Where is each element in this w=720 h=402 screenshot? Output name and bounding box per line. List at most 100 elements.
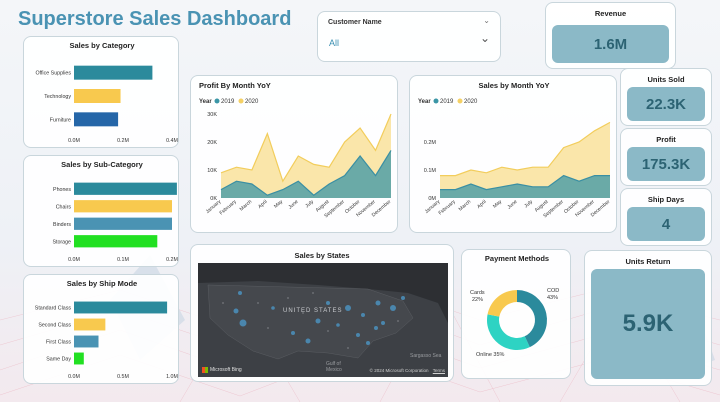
tick-label: 20K — [207, 140, 217, 146]
month-label: March — [458, 199, 473, 213]
sales-by-subcategory-chart: Sales by Sub-Category Phones Chairs Binders… — [52, 160, 178, 263]
map-sea-label: Sargasso Sea — [410, 353, 442, 359]
tick-label: 0.0M — [68, 257, 80, 263]
category-label: Technology — [44, 94, 71, 100]
revenue-label: Revenue — [594, 9, 627, 18]
slice-cards — [487, 290, 517, 317]
filter-label: Customer Name — [328, 19, 382, 26]
revenue-card: Revenue 1.6M — [545, 2, 676, 69]
month-label: July — [523, 199, 534, 210]
terms-link[interactable]: Terms — [433, 368, 445, 373]
legend-marker — [457, 98, 463, 104]
units-return-value: 5.9K — [591, 269, 705, 379]
bar — [74, 112, 119, 127]
profit-card: Profit 175.3K — [620, 128, 712, 186]
tick-label: 0.1M — [117, 257, 129, 263]
tick-label: 0.2M — [424, 140, 437, 146]
legend-label: 2020 — [245, 99, 259, 105]
units-sold-label: Units Sold — [647, 75, 685, 84]
bar — [74, 217, 172, 230]
legend-marker — [214, 98, 220, 104]
slice-value: 22% — [472, 297, 483, 303]
legend-title: Year — [199, 99, 212, 105]
tick-label: 0.0M — [68, 374, 80, 380]
chart-title: Sales by Month YoY — [479, 81, 550, 90]
slice-label: Online 35% — [476, 352, 505, 358]
map-canvas[interactable]: UNITED STATES Gulf of Mexico Sargasso Se… — [198, 263, 448, 377]
profit-by-month-chart: Profit By Month YoYYear 2019 20200K10K20K3… — [199, 81, 393, 219]
tick-label: 1.0M — [166, 374, 178, 380]
bar — [74, 200, 172, 213]
bing-logo: Microsoft Bing — [202, 367, 242, 373]
tick-label: 0.4M — [166, 138, 178, 144]
map-attribution: © 2024 Microsoft Corporation Terms — [369, 368, 445, 373]
sales-by-month-card: Sales by Month YoY Year 2019 2020 0M 0.1M 0.2M… — [409, 75, 617, 233]
ship-days-label: Ship Days — [647, 195, 685, 204]
map-gulf-label: Gulf of Mexico — [326, 361, 342, 373]
bar — [74, 335, 99, 348]
filter-value[interactable]: All — [329, 38, 339, 48]
category-label: Second Class — [38, 323, 71, 329]
sales-by-category-chart: Sales by Category Office Supplies Technolo… — [35, 41, 178, 144]
legend-marker — [433, 98, 439, 104]
month-label: March — [239, 199, 254, 213]
tick-label: 0.2M — [117, 138, 129, 144]
slice-online — [487, 314, 530, 350]
category-label: Chairs — [56, 204, 72, 210]
ship-days-value: 4 — [627, 207, 705, 241]
profit-label: Profit — [656, 135, 676, 144]
sales-by-ship-mode-chart: Sales by Ship Mode Standard Class Second C… — [35, 279, 178, 380]
legend-title: Year — [418, 99, 431, 105]
tick-label: 0.5M — [117, 374, 129, 380]
page-title: Superstore Sales Dashboard — [18, 8, 292, 30]
bar — [74, 318, 106, 331]
sales-by-ship-mode-card: Sales by Ship Mode Standard Class Second C… — [23, 274, 179, 384]
tick-label: 30K — [207, 112, 217, 118]
tick-label: 0.1M — [424, 168, 437, 174]
chart-title: Sales by Category — [69, 41, 135, 50]
tick-label: 10K — [207, 168, 217, 174]
chart-title: Profit By Month YoY — [199, 81, 271, 90]
bar — [74, 182, 177, 195]
category-label: First Class — [46, 340, 71, 346]
payment-methods-card: Payment Methods COD 43% Cards 22% Online 35% — [461, 249, 571, 379]
payment-methods-chart: Payment Methods COD43% Cards22% Online 35% — [470, 254, 559, 358]
units-return-card: Units Return 5.9K — [584, 250, 712, 386]
profit-value: 175.3K — [627, 147, 705, 181]
bar — [74, 301, 168, 314]
chevron-down-icon[interactable]: ⌄ — [480, 31, 490, 45]
month-label: June — [506, 199, 518, 211]
sales-by-subcategory-card: Sales by Sub-Category Phones Chairs Binders… — [23, 155, 179, 267]
slice-label: COD — [547, 288, 559, 294]
map-country-label: UNITED STATES — [283, 308, 343, 314]
customer-name-filter[interactable]: Customer Name ⌄ All ⌄ — [317, 11, 501, 62]
map-layer[interactable] — [198, 263, 448, 377]
legend-label: 2020 — [464, 99, 478, 105]
sales-by-category-card: Sales by Category Office Supplies Technolo… — [23, 36, 179, 148]
revenue-value: 1.6M — [552, 25, 669, 63]
units-return-label: Units Return — [625, 257, 671, 266]
chart-title: Payment Methods — [485, 254, 549, 263]
units-sold-value: 22.3K — [627, 87, 705, 121]
bar — [74, 235, 158, 248]
tick-label: 0.2M — [166, 257, 178, 263]
legend-marker — [238, 98, 244, 104]
month-label: May — [492, 199, 503, 210]
ship-days-card: Ship Days 4 — [620, 188, 712, 246]
category-label: Furniture — [50, 117, 71, 123]
month-label: April — [476, 199, 488, 210]
profit-by-month-card: Profit By Month YoY Year 2019 2020 0K 10K 20K 3… — [190, 75, 398, 233]
bar — [74, 89, 121, 103]
category-label: Same Day — [46, 357, 71, 363]
slice-value: 43% — [547, 295, 558, 301]
bar — [74, 65, 153, 80]
month-label: February — [438, 199, 458, 217]
sales-by-month-chart: Sales by Month YoYYear 2019 20200M0.1M0.2M… — [418, 81, 612, 219]
tick-label: 0.0M — [68, 138, 80, 144]
chart-title: Sales by Ship Mode — [67, 279, 137, 288]
sales-by-states-card: Sales by States UNITED STATES Gulf of Me… — [190, 244, 454, 382]
units-sold-card: Units Sold 22.3K — [620, 68, 712, 126]
category-label: Office Supplies — [35, 71, 71, 77]
chevron-up-icon[interactable]: ⌄ — [483, 16, 490, 25]
map-title: Sales by States — [294, 251, 350, 260]
